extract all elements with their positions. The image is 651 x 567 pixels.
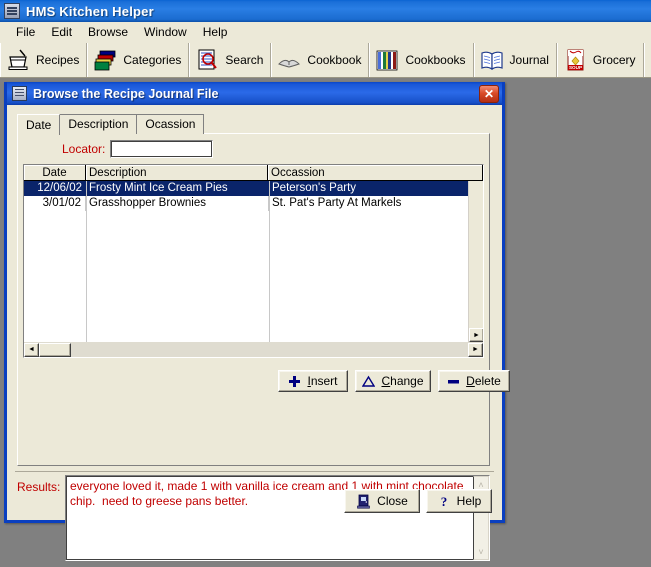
toolbar-label-recipes: Recipes	[36, 53, 80, 67]
help-button[interactable]: ? Help	[426, 489, 492, 513]
book-shelf-icon	[374, 47, 400, 73]
results-box: ˄ ˅	[65, 475, 490, 561]
dialog-title-bar: Browse the Recipe Journal File ✕	[7, 82, 502, 105]
journal-grid[interactable]: Date Description Occassion 12/06/02 Fros…	[23, 164, 484, 358]
close-icon[interactable]: ✕	[479, 84, 499, 103]
tab-strip: Date Description Ocassion	[17, 114, 205, 135]
delete-rest: elete	[474, 374, 501, 388]
delete-button[interactable]: Delete	[438, 370, 510, 392]
menu-item-edit[interactable]: Edit	[43, 23, 80, 41]
change-accel: C	[381, 374, 391, 388]
mortar-pestle-icon	[5, 47, 31, 73]
toolbar-button-grocery[interactable]: SOUP Grocery	[558, 43, 645, 77]
toolbar-button-journal[interactable]: Journal	[475, 43, 558, 77]
toolbar: Recipes Categories Search Cookbook Cookb…	[0, 43, 651, 78]
toolbar-button-categories[interactable]: Categories	[88, 43, 191, 77]
insert-label: Insert	[307, 374, 337, 388]
toolbar-label-cookbook: Cookbook	[307, 53, 362, 67]
tab-description[interactable]: Description	[59, 114, 138, 134]
grid-header-row: Date Description Occassion	[24, 165, 483, 181]
toolbar-label-search: Search	[225, 53, 264, 67]
main-title-bar: HMS Kitchen Helper	[0, 0, 651, 22]
door-icon	[356, 494, 371, 509]
insert-rest: nsert	[310, 374, 338, 388]
toolbar-button-search[interactable]: Search	[190, 43, 273, 77]
cell-date: 12/06/02	[37, 182, 82, 194]
menu-item-browse[interactable]: Browse	[80, 23, 136, 41]
toolbar-label-cookbooks: Cookbooks	[405, 53, 466, 67]
grid-horizontal-scrollbar[interactable]: ◄ ►	[24, 342, 483, 357]
change-button[interactable]: Change	[355, 370, 431, 392]
grid-header-description[interactable]: Description	[86, 165, 268, 180]
menu-item-help[interactable]: Help	[195, 23, 236, 41]
soup-can-icon: SOUP	[562, 47, 588, 73]
application-icon	[4, 3, 20, 19]
toolbar-button-recipes[interactable]: Recipes	[0, 43, 89, 77]
open-book-blue-icon	[479, 47, 505, 73]
menu-bar: File Edit Browse Window Help	[0, 22, 651, 43]
dialog-footer-buttons: Close ? Help	[344, 489, 492, 513]
menu-item-window[interactable]: Window	[136, 23, 195, 41]
cell-occassion: Peterson's Party	[272, 182, 357, 194]
toolbar-label-grocery: Grocery	[592, 53, 636, 67]
hscroll-track[interactable]	[71, 343, 468, 357]
hscroll-thumb[interactable]	[39, 342, 71, 357]
help-button-label: Help	[456, 494, 482, 508]
locator-input[interactable]	[110, 140, 214, 158]
colored-folders-icon	[92, 47, 118, 73]
delete-label: Delete	[466, 374, 501, 388]
insert-button[interactable]: Insert	[278, 370, 348, 392]
document-magnifier-icon	[194, 47, 220, 73]
dialog-title: Browse the Recipe Journal File	[33, 86, 219, 101]
scroll-down-arrow-icon[interactable]: ►	[469, 328, 483, 342]
cell-occassion: St. Pat's Party At Markels	[272, 197, 402, 209]
table-row[interactable]: 3/01/02 Grasshopper Brownies St. Pat's P…	[24, 196, 483, 211]
grid-body: 12/06/02 Frosty Mint Ice Cream Pies Pete…	[24, 181, 483, 357]
close-button-label: Close	[377, 494, 408, 508]
svg-text:?: ?	[440, 494, 447, 509]
cell-date: 3/01/02	[24, 196, 86, 211]
tab-ocassion[interactable]: Ocassion	[136, 114, 205, 134]
browse-journal-dialog: Browse the Recipe Journal File ✕ Date De…	[4, 82, 510, 561]
toolbar-button-cookbooks[interactable]: Cookbooks	[370, 43, 475, 77]
toolbar-button-cookbook[interactable]: Cookbook	[272, 43, 371, 77]
application-title: HMS Kitchen Helper	[26, 3, 154, 19]
cell-description: Frosty Mint Ice Cream Pies	[89, 182, 228, 194]
table-row[interactable]: 12/06/02 Frosty Mint Ice Cream Pies Pete…	[24, 181, 483, 196]
change-rest: hange	[390, 374, 424, 388]
menu-item-file[interactable]: File	[8, 23, 43, 41]
plus-icon	[288, 375, 301, 388]
change-label: Change	[381, 374, 423, 388]
scroll-right-arrow-icon[interactable]: ►	[468, 342, 483, 357]
triangle-icon	[362, 375, 376, 388]
scroll-down-arrow-icon[interactable]: ˅	[474, 544, 488, 559]
application-window: HMS Kitchen Helper File Edit Browse Wind…	[0, 0, 651, 561]
minus-bar-icon	[447, 375, 460, 388]
record-action-buttons: Insert Change Delete	[278, 370, 510, 392]
grid-vertical-scrollbar[interactable]: ►	[468, 181, 483, 342]
tab-date[interactable]: Date	[17, 114, 61, 135]
delete-accel: D	[466, 374, 475, 388]
close-button[interactable]: Close	[344, 489, 420, 513]
grid-header-occassion[interactable]: Occassion	[268, 165, 483, 180]
locator-label: Locator:	[62, 142, 106, 156]
grid-header-date[interactable]: Date	[24, 165, 86, 180]
scroll-left-arrow-icon[interactable]: ◄	[24, 342, 39, 357]
toolbar-label-journal: Journal	[509, 53, 549, 67]
mdi-client-area: Browse the Recipe Journal File ✕ Date De…	[0, 78, 651, 561]
tab-page-date: Locator: Date Description Occassion 12/0…	[17, 133, 510, 466]
question-mark-icon: ?	[437, 494, 451, 509]
open-book-gray-icon	[276, 47, 302, 73]
results-label: Results:	[17, 480, 61, 494]
section-divider	[15, 471, 494, 472]
toolbar-label-categories: Categories	[123, 53, 182, 67]
grid-window-icon	[12, 86, 27, 101]
dialog-body: Date Description Ocassion Locator: Date …	[7, 105, 510, 561]
locator-row: Locator:	[62, 140, 214, 158]
svg-text:SOUP: SOUP	[569, 65, 582, 70]
cell-description: Grasshopper Brownies	[86, 196, 269, 211]
